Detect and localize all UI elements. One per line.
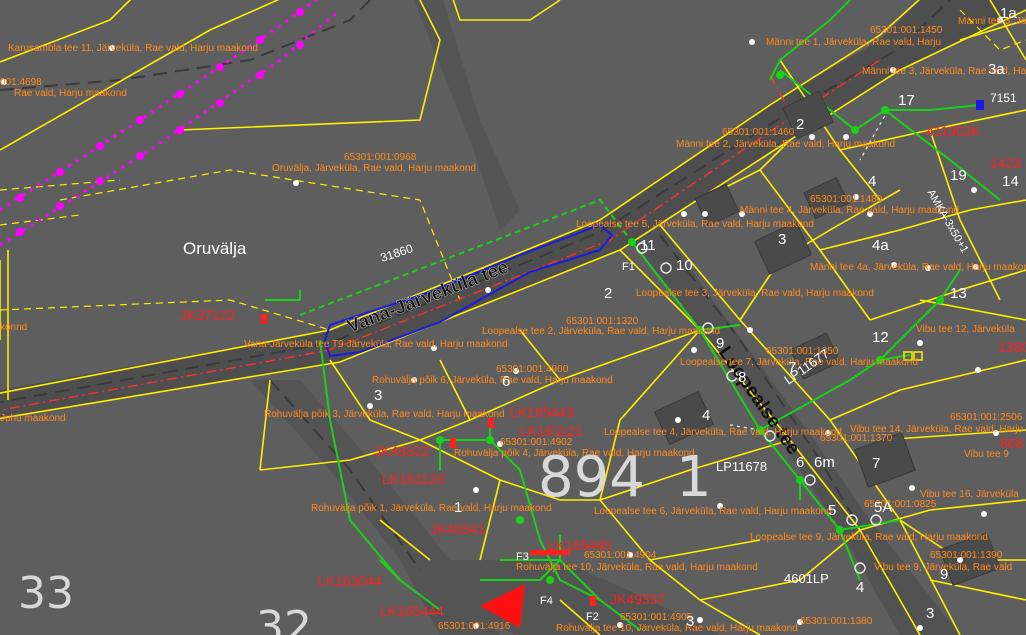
address-label: Vibu tee 9 (964, 449, 1009, 460)
address-label: Vana-Järveküla tee T9 Järveküla, Rae val… (244, 339, 508, 350)
address-label: Rohuvälja tee 10, Järveküla, Rae vald, H… (516, 562, 758, 573)
parcel-id-label: 65301:001:1320 (566, 316, 639, 327)
parcel-id-label: 65301:001:4905 (620, 612, 693, 623)
address-label: Loopealse tee 2, Järveküla, Rae vald, Ha… (482, 326, 720, 337)
feeder-label: F2 (586, 611, 599, 623)
power-line (0, 0, 341, 247)
equipment-label: LK163044 (318, 573, 382, 589)
parcel-number: 6m (814, 454, 835, 471)
parcel-id-label: 65301:001:1370 (820, 433, 893, 444)
block-number: 1 (676, 445, 712, 510)
address-label: Männi tee 1, Järveküla, Rae vald, Harju (766, 37, 942, 48)
parcel-number: 1a (1000, 5, 1017, 22)
parcel-number: 3a (988, 61, 1005, 78)
address-label: konnd (0, 322, 28, 333)
parcel-number: 5 (828, 502, 837, 519)
address-label: Loopealse tee 4, Järveküla, Rae vald, Ha… (604, 427, 842, 438)
equipment-label: 1380 (998, 339, 1026, 355)
parcel-id-label: 65301:001:0968 (344, 152, 417, 163)
parcel-number: 2 (796, 116, 805, 133)
address-label: Karusambla tee 11, Järveküla, Rae vald, … (8, 43, 258, 54)
place-name-label: Oruvälja (183, 239, 247, 258)
block-number: 32 (256, 602, 312, 635)
parcel-number: 8 (738, 369, 747, 386)
equipment-label: LK161120 (382, 471, 445, 487)
parcel-id-label: 65301:001:1480 (810, 194, 883, 205)
parcel-number: 4 (856, 579, 865, 596)
equipment-label: LK165445 (548, 537, 612, 553)
address-label: Vibu tee 12, Järveküla (916, 324, 1015, 335)
parcel-number: 3 (374, 387, 383, 404)
address-label: Männi tee 4, Järveküla, Rae vald, Harju … (740, 205, 960, 216)
equipment-label: JK49337 (610, 591, 666, 607)
map-canvas[interactable]: Vana-Järveküla tee 31860 Loopealse tee O… (0, 0, 1026, 635)
address-label: Männi tee 2, Järveküla, Rae vald, Harju … (676, 139, 896, 150)
parcel-number: 6 (502, 373, 511, 390)
parcel-number: 3 (926, 605, 935, 622)
address-label: Juhu maakond (0, 413, 66, 424)
address-label: Rohuvälja tee 10, Järveküla, Rae vald, H… (556, 623, 798, 634)
block-number: 33 (18, 568, 74, 619)
address-label: Rohuvälja põik 6, Järveküla, Rae vald, H… (372, 375, 613, 386)
feeder-label: F1 (622, 261, 635, 273)
parcel-number: 4 (702, 407, 711, 424)
address-label: Männi tee 4a, Järveküla, Rae vald, Harju… (810, 262, 1026, 273)
parcel-number: 14 (1002, 173, 1019, 190)
equipment-label: 41190JK (926, 123, 981, 139)
parcel-number: 2 (604, 285, 613, 302)
equipment-label: 1423 (990, 155, 1022, 171)
equipment-label: LK165444 (380, 603, 444, 619)
parcel-id-label: 65301:001:1460 (722, 127, 795, 138)
parcel-number: 4 (868, 173, 877, 190)
parcel-id-label: 65301:001:2506 (950, 412, 1023, 423)
parcel-id-label: 65301:001:1450 (870, 25, 943, 36)
equipment-label: LK161121 (520, 423, 583, 439)
parcel-id-label: 65301:001:4916 (438, 621, 511, 632)
equipment-label: JK49322 (374, 443, 430, 459)
parcel-number: 11 (640, 237, 656, 254)
parcel-id-label: 65301:001:1390 (930, 550, 1003, 561)
parcel-number: 5A (874, 499, 893, 516)
feeder-label: F4 (540, 595, 553, 607)
parcel-number: 4a (872, 237, 889, 254)
address-label: Rohuvälja põik 1, Järveküla, Rae vald, H… (311, 503, 552, 514)
parcel-number: 17 (898, 92, 915, 109)
equipment-label: JK49341 (430, 521, 486, 537)
parcel-number: 3 (686, 613, 695, 630)
address-label: Rae vald, Harju maakond (14, 88, 127, 99)
parcel-number: 19 (950, 167, 967, 184)
equipment-label: LK165443 (510, 404, 574, 420)
address-label: Loopealse tee 9, Järveküla, Rae vald, Ha… (750, 532, 988, 543)
parcel-number: 10 (676, 257, 693, 274)
parcel-number: 9 (716, 335, 725, 352)
substation-label: LP11678 (716, 459, 768, 474)
block-number: 894 (538, 445, 645, 510)
equipment-label: JK37122 (180, 307, 236, 323)
substation-label: 4601LP (784, 571, 829, 586)
parcel-number: 6 (796, 454, 805, 471)
parcel-number: 13 (950, 285, 967, 302)
parcel-number: 12 (872, 329, 889, 346)
parcel-number: 7 (872, 455, 881, 472)
parcel-number: 9 (940, 566, 949, 583)
equipment-label: 868 (1000, 435, 1024, 451)
address-label: Oruvälja, Järveküla, Rae vald, Harju maa… (272, 163, 476, 174)
address-label: Loopealse tee 3, Järveküla, Rae vald, Ha… (636, 288, 874, 299)
parcel-id-label: 001:4698 (0, 77, 42, 88)
parcel-id-label: 65301:001:1380 (800, 616, 873, 627)
address-label: Rohuvälja põik 3, Järveküla, Rae vald, H… (264, 409, 505, 420)
cabinet-label: 7151 (990, 91, 1017, 105)
parcel-number: 3 (778, 231, 787, 248)
parcel-number: 1 (454, 499, 463, 516)
line-length-label: 31860 (379, 241, 415, 265)
feeder-label: F3 (516, 551, 529, 563)
address-label: Loopealse tee 5, Järveküla, Rae vald, Ha… (576, 219, 814, 230)
